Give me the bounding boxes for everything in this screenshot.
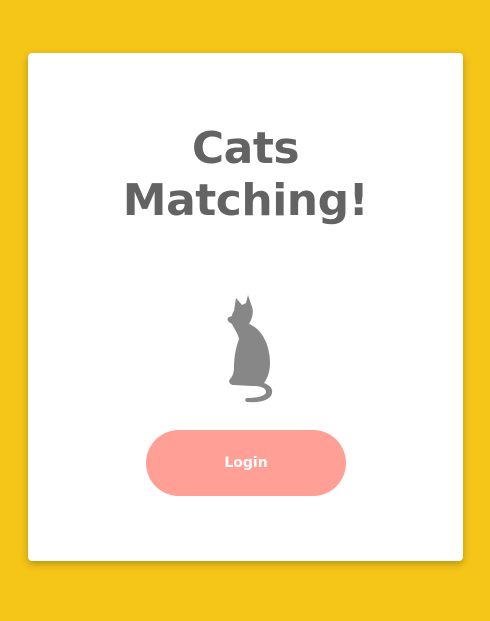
login-button[interactable]: Login xyxy=(146,430,346,496)
cat-icon xyxy=(227,295,273,403)
login-card: Cats Matching! Login xyxy=(28,53,463,561)
page-title: Cats Matching! xyxy=(28,123,463,227)
title-line-1: Cats xyxy=(191,123,300,174)
title-line-2: Matching! xyxy=(122,175,369,226)
